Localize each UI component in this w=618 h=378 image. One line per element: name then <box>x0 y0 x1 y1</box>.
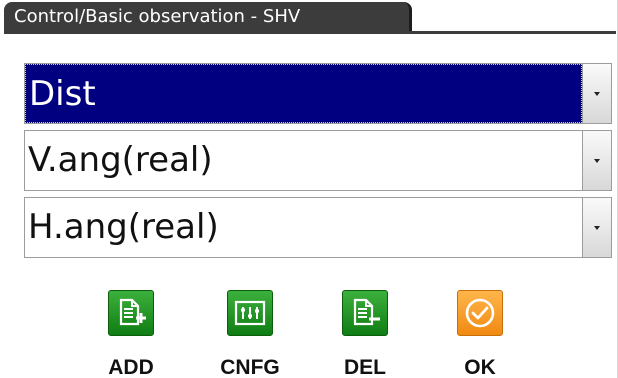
item-1-value: Dist <box>25 64 582 123</box>
cnfg-button[interactable]: CNFG <box>220 290 291 378</box>
document-delete-icon[interactable] <box>342 290 388 336</box>
cnfg-label: CNFG <box>220 356 280 378</box>
del-label: DEL <box>344 356 386 378</box>
observation-screen: Control/Basic observation - SHV Dist V.a… <box>0 0 618 378</box>
add-button[interactable]: ADD <box>102 290 172 378</box>
add-label: ADD <box>108 356 154 378</box>
document-add-icon[interactable] <box>108 290 154 336</box>
item-1-dropdown[interactable]: Dist <box>24 63 612 124</box>
item-1-dropdown-arrow[interactable] <box>582 64 611 123</box>
item-2-dropdown-arrow[interactable] <box>582 131 611 190</box>
ok-button[interactable]: OK <box>451 290 521 378</box>
title-bar-divider <box>4 31 616 34</box>
item-2-value: V.ang(real) <box>28 140 213 180</box>
item-2-dropdown[interactable]: V.ang(real) <box>24 130 612 191</box>
del-button[interactable]: DEL <box>336 290 406 378</box>
item-3-dropdown[interactable]: H.ang(real) <box>24 197 612 258</box>
window-title: Control/Basic observation - SHV <box>4 2 412 32</box>
item-3-value: H.ang(real) <box>28 207 219 247</box>
item-3-dropdown-arrow[interactable] <box>582 198 611 257</box>
ok-label: OK <box>464 356 496 378</box>
configuration-icon[interactable] <box>227 290 273 336</box>
chevron-down-icon <box>594 158 600 163</box>
check-circle-icon[interactable] <box>457 290 503 336</box>
chevron-down-icon <box>594 225 600 230</box>
chevron-down-icon <box>594 91 600 96</box>
